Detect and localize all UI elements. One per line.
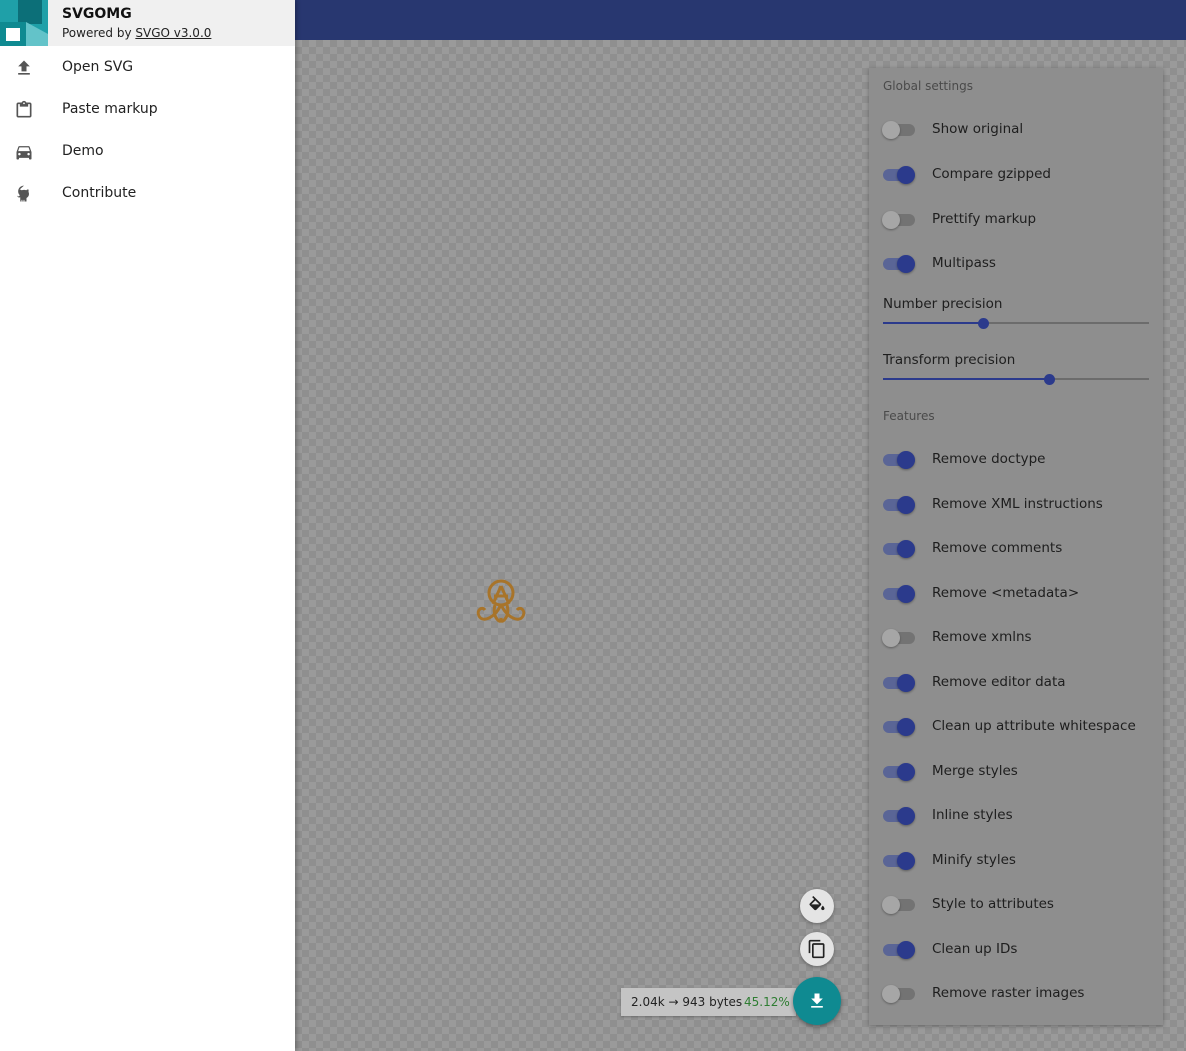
toggle-label: Prettify markup bbox=[932, 211, 1037, 227]
toggle-remove-doctype[interactable]: Remove doctype bbox=[883, 448, 1153, 472]
toggle-inline-styles[interactable]: Inline styles bbox=[883, 804, 1153, 828]
copy-button[interactable] bbox=[800, 932, 834, 966]
toggle-thumb bbox=[882, 121, 900, 139]
size-summary: 2.04k → 943 bytes 45.12% bbox=[621, 988, 796, 1016]
car-icon bbox=[16, 146, 32, 160]
github-icon bbox=[17, 185, 29, 202]
toggle-label: Remove <metadata> bbox=[932, 585, 1080, 601]
download-icon bbox=[811, 993, 823, 1008]
toggle-multipass[interactable]: Multipass bbox=[883, 252, 1153, 276]
menu-item-open-svg[interactable]: Open SVG bbox=[0, 48, 295, 88]
toggle-minify-styles[interactable]: Minify styles bbox=[883, 849, 1153, 873]
toggle-label: Minify styles bbox=[932, 852, 1016, 868]
menu-item-label: Demo bbox=[62, 143, 104, 159]
upload-icon bbox=[18, 60, 30, 75]
toggle-thumb bbox=[897, 763, 915, 781]
menu-item-demo[interactable]: Demo bbox=[0, 132, 295, 172]
slider-fill bbox=[883, 378, 1049, 380]
toggle-label: Clean up IDs bbox=[932, 941, 1018, 957]
toggle-thumb bbox=[897, 496, 915, 514]
drawer-header: SVGOMG Powered by SVGO v3.0.0 bbox=[0, 0, 295, 46]
menu-item-contribute[interactable]: Contribute bbox=[0, 174, 295, 214]
size-text: 2.04k → 943 bytes bbox=[631, 995, 743, 1009]
menu-item-label: Open SVG bbox=[62, 59, 134, 75]
toggle-thumb bbox=[897, 166, 915, 184]
toggle-label: Inline styles bbox=[932, 807, 1013, 823]
toggle-label: Multipass bbox=[932, 255, 996, 271]
toggle-label: Remove xmlns bbox=[932, 629, 1032, 645]
toggle-label: Remove raster images bbox=[932, 985, 1085, 1001]
toggle-label: Compare gzipped bbox=[932, 166, 1051, 182]
toggle-remove-metadata[interactable]: Remove <metadata> bbox=[883, 582, 1153, 606]
navigation-drawer: SVGOMG Powered by SVGO v3.0.0 Open SVG P… bbox=[0, 0, 295, 1051]
toggle-show-original[interactable]: Show original bbox=[882, 118, 1153, 142]
toggle-clean-up-ids[interactable]: Clean up IDs bbox=[883, 938, 1153, 962]
savings-percent: 45.12% bbox=[744, 995, 790, 1009]
toggle-label: Remove doctype bbox=[932, 451, 1046, 467]
svgomg-logo bbox=[0, 0, 48, 46]
svgo-version-link[interactable]: SVGO v3.0.0 bbox=[135, 26, 211, 40]
toggle-thumb bbox=[882, 629, 900, 647]
settings-panel: Global settings Show original Compare gz… bbox=[869, 68, 1163, 1025]
toggle-label: Show original bbox=[932, 121, 1024, 137]
top-app-bar bbox=[295, 0, 1186, 40]
toggle-label: Remove comments bbox=[932, 540, 1063, 556]
toggle-thumb bbox=[897, 852, 915, 870]
toggle-thumb bbox=[882, 896, 900, 914]
toggle-thumb bbox=[897, 540, 915, 558]
toggle-style-to-attributes[interactable]: Style to attributes bbox=[882, 893, 1153, 917]
global-settings-title: Global settings bbox=[883, 79, 973, 93]
powered-by: Powered by SVGO v3.0.0 bbox=[62, 26, 211, 40]
toggle-compare-gzipped[interactable]: Compare gzipped bbox=[883, 163, 1153, 187]
slider-fill bbox=[883, 322, 983, 324]
toggle-label: Clean up attribute whitespace bbox=[932, 718, 1136, 734]
transform-precision-label: Transform precision bbox=[883, 352, 1016, 368]
toggle-remove-comments[interactable]: Remove comments bbox=[883, 537, 1153, 561]
toggle-prettify-markup[interactable]: Prettify markup bbox=[882, 208, 1153, 232]
menu-item-paste-markup[interactable]: Paste markup bbox=[0, 90, 295, 130]
download-button[interactable] bbox=[793, 977, 841, 1025]
toggle-thumb bbox=[882, 985, 900, 1003]
slider-knob[interactable] bbox=[978, 318, 989, 329]
powered-by-prefix: Powered by bbox=[62, 26, 136, 40]
app-title: SVGOMG bbox=[62, 6, 132, 22]
toggle-label: Remove XML instructions bbox=[932, 496, 1103, 512]
toggle-remove-xmlns[interactable]: Remove xmlns bbox=[882, 626, 1153, 650]
toggle-thumb bbox=[897, 941, 915, 959]
toggle-thumb bbox=[897, 718, 915, 736]
toggle-label: Style to attributes bbox=[932, 896, 1054, 912]
toggle-thumb bbox=[897, 451, 915, 469]
menu-item-label: Paste markup bbox=[62, 101, 158, 117]
toggle-thumb bbox=[897, 255, 915, 273]
toggle-thumb bbox=[897, 674, 915, 692]
background-toggle-button[interactable] bbox=[800, 889, 834, 923]
toggle-remove-editor-data[interactable]: Remove editor data bbox=[883, 671, 1153, 695]
toggle-remove-raster-images[interactable]: Remove raster images bbox=[882, 982, 1153, 1006]
preview-svg-image bbox=[476, 579, 526, 623]
number-precision-label: Number precision bbox=[883, 296, 1003, 312]
toggle-label: Remove editor data bbox=[932, 674, 1066, 690]
toggle-clean-up-attribute-whitespace[interactable]: Clean up attribute whitespace bbox=[883, 715, 1153, 739]
toggle-thumb bbox=[882, 211, 900, 229]
toggle-thumb bbox=[897, 585, 915, 603]
clipboard-icon bbox=[16, 100, 32, 118]
toggle-remove-xml-instructions[interactable]: Remove XML instructions bbox=[883, 493, 1153, 517]
menu-item-label: Contribute bbox=[62, 185, 137, 201]
number-precision-slider[interactable] bbox=[883, 316, 1149, 330]
transform-precision-slider[interactable] bbox=[883, 372, 1149, 386]
toggle-merge-styles[interactable]: Merge styles bbox=[883, 760, 1153, 784]
features-title: Features bbox=[883, 409, 935, 423]
toggle-label: Merge styles bbox=[932, 763, 1018, 779]
copy-icon bbox=[808, 939, 825, 959]
toggle-thumb bbox=[897, 807, 915, 825]
paint-bucket-icon bbox=[809, 896, 825, 911]
slider-knob[interactable] bbox=[1044, 374, 1055, 385]
